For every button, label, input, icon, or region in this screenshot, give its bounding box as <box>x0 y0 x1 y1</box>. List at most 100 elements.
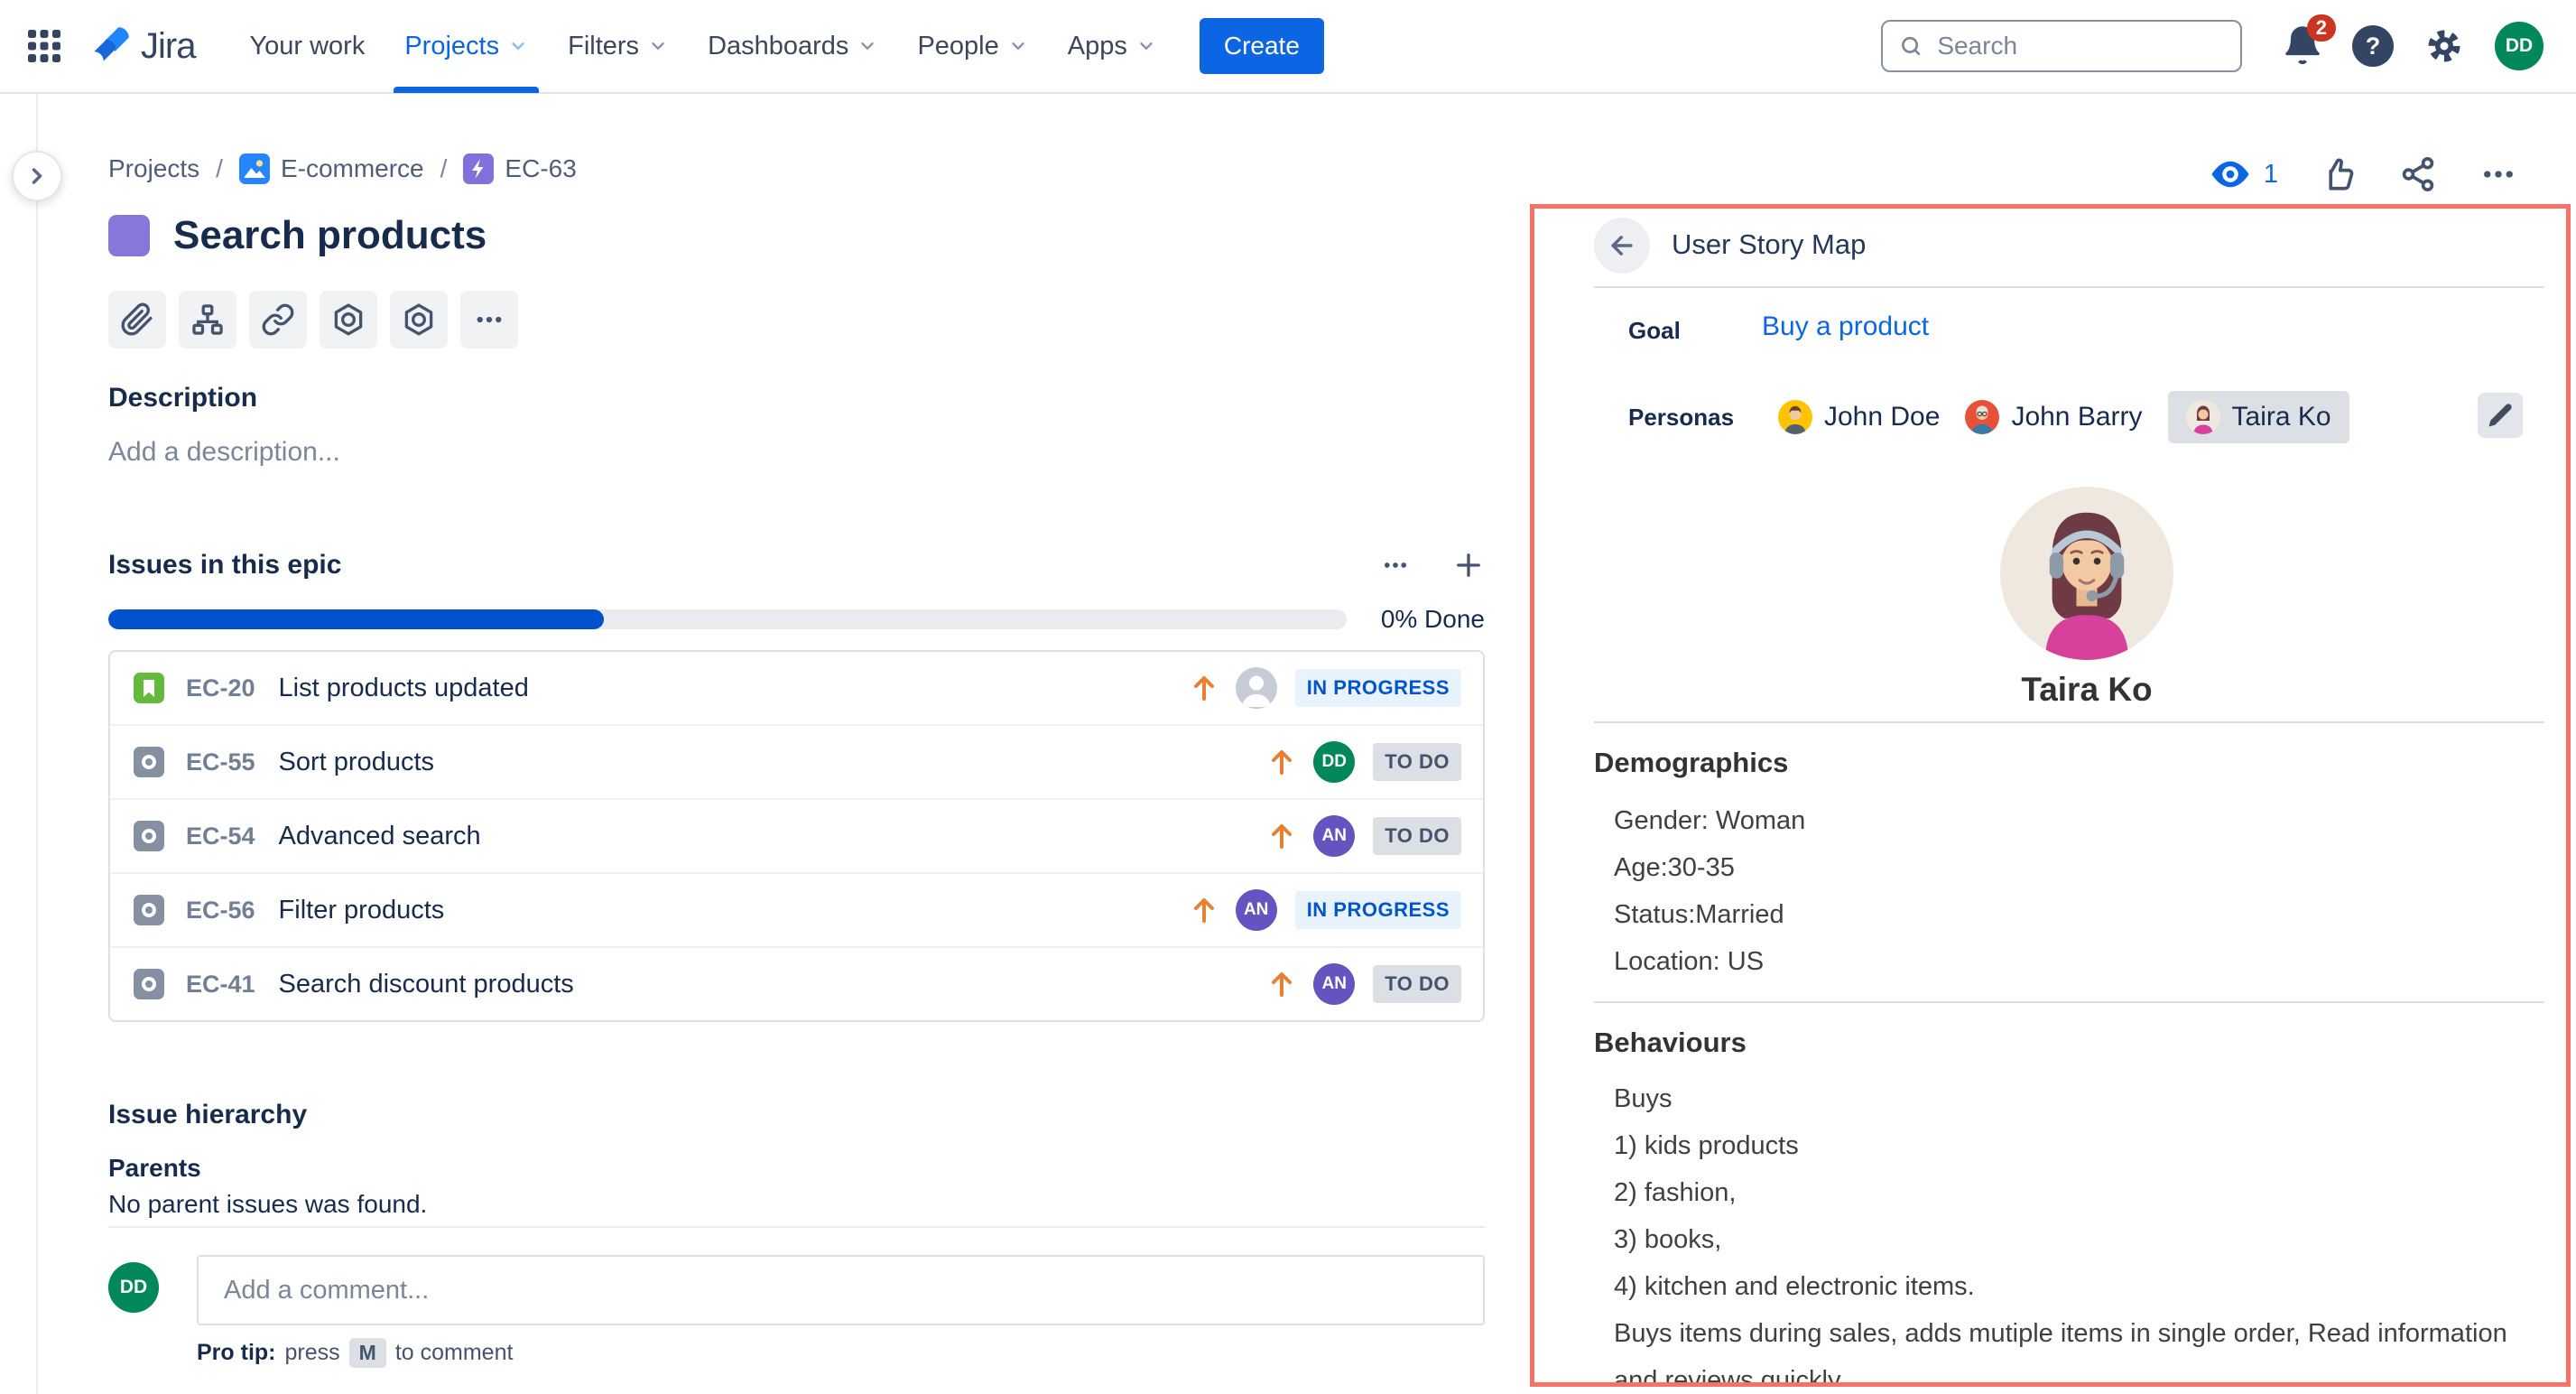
like-button[interactable] <box>2320 155 2358 193</box>
attach-button[interactable] <box>108 291 166 348</box>
nav-projects[interactable]: Projects <box>385 0 548 93</box>
app-switcher-icon[interactable] <box>23 25 65 67</box>
global-search[interactable] <box>1881 20 2242 72</box>
persona-john-doe[interactable]: John Doe <box>1778 400 1940 434</box>
demographic-item: Gender: Woman <box>1614 797 1805 844</box>
priority-high-icon <box>1268 969 1295 999</box>
jira-logo[interactable]: Jira <box>88 23 195 69</box>
gear-icon <box>2423 24 2466 68</box>
nav-your-work[interactable]: Your work <box>229 0 385 93</box>
panel-back-button[interactable] <box>1594 218 1650 274</box>
persona-name: John Barry <box>2011 402 2142 432</box>
epic-issues-more-button[interactable] <box>1380 550 1411 581</box>
nav-filters[interactable]: Filters <box>548 0 688 93</box>
issue-summary[interactable]: Advanced search <box>279 822 481 851</box>
status-badge[interactable]: TO DO <box>1373 743 1461 781</box>
persona-taira-ko[interactable]: Taira Ko <box>2168 391 2349 443</box>
breadcrumb-projects[interactable]: Projects <box>108 154 199 183</box>
behaviour-item: Buys items during sales, adds mutiple it… <box>1614 1310 2525 1387</box>
notifications-button[interactable]: 2 <box>2282 23 2323 69</box>
issue-summary[interactable]: Sort products <box>279 748 434 777</box>
issue-summary[interactable]: List products updated <box>279 674 529 703</box>
add-field-button[interactable] <box>390 291 448 348</box>
issue-key[interactable]: EC-56 <box>186 897 255 925</box>
share-icon <box>2399 155 2437 193</box>
goal-link[interactable]: Buy a product <box>1762 311 1929 342</box>
epic-progress-label: 0% Done <box>1381 605 1485 634</box>
issue-key[interactable]: EC-54 <box>186 822 255 850</box>
issue-title[interactable]: Search products <box>173 213 486 258</box>
assignee-avatar-unassigned[interactable] <box>1236 667 1277 709</box>
chevron-down-icon <box>508 36 528 56</box>
issue-row[interactable]: EC-55 Sort products DD TO DO <box>110 726 1483 800</box>
more-actions-button[interactable] <box>2479 155 2518 193</box>
jira-issue-page: Jira Your work Projects Filters Dashboar… <box>0 0 2576 1394</box>
persona-john-barry[interactable]: John Barry <box>1965 400 2142 434</box>
comment-input-box[interactable] <box>197 1255 1485 1325</box>
create-button[interactable]: Create <box>1200 18 1324 74</box>
personas-label: Personas <box>1628 404 1734 432</box>
assignee-avatar[interactable]: AN <box>1236 889 1277 931</box>
task-type-icon <box>134 747 164 777</box>
breadcrumb-issue-key[interactable]: EC-63 <box>463 153 576 184</box>
comment-input[interactable] <box>222 1275 1459 1306</box>
edit-personas-button[interactable] <box>2478 393 2523 438</box>
toolbar-more-button[interactable] <box>460 291 518 348</box>
description-placeholder[interactable]: Add a description... <box>108 437 340 468</box>
issue-hierarchy-heading: Issue hierarchy <box>108 1100 307 1130</box>
priority-high-icon <box>1268 747 1295 777</box>
task-type-icon <box>134 895 164 925</box>
user-avatar[interactable]: DD <box>2495 22 2544 70</box>
add-child-issue-button[interactable] <box>179 291 236 348</box>
issue-header-actions: 1 <box>2210 155 2518 193</box>
epic-issues-header: Issues in this epic <box>108 549 1485 581</box>
assignee-avatar[interactable]: AN <box>1313 815 1355 857</box>
priority-high-icon <box>1191 895 1218 925</box>
issue-key[interactable]: EC-41 <box>186 971 255 999</box>
watch-button[interactable]: 1 <box>2210 157 2278 191</box>
breadcrumb-project[interactable]: E-commerce <box>239 153 424 184</box>
add-app-button[interactable] <box>320 291 377 348</box>
help-button[interactable]: ? <box>2352 25 2394 67</box>
nav-people[interactable]: People <box>897 0 1047 93</box>
persona-name: John Doe <box>1824 402 1940 432</box>
issue-row[interactable]: EC-41 Search discount products AN TO DO <box>110 948 1483 1020</box>
topbar-icon-group: 2 ? DD <box>2282 22 2544 70</box>
behaviour-item: 3) books, <box>1614 1216 2525 1263</box>
assignee-avatar[interactable]: AN <box>1313 963 1355 1005</box>
story-type-icon <box>134 673 164 703</box>
status-badge[interactable]: IN PROGRESS <box>1295 669 1461 707</box>
issue-row[interactable]: EC-56 Filter products AN IN PROGRESS <box>110 874 1483 948</box>
status-badge[interactable]: TO DO <box>1373 817 1461 855</box>
search-input[interactable] <box>1935 31 2224 61</box>
task-type-icon <box>134 821 164 851</box>
add-issue-button[interactable] <box>1452 549 1485 581</box>
project-avatar-icon <box>239 153 270 184</box>
issue-summary[interactable]: Search discount products <box>279 970 574 999</box>
behaviours-heading: Behaviours <box>1594 1027 1747 1059</box>
behaviour-item: 1) kids products <box>1614 1122 2525 1169</box>
status-badge[interactable]: IN PROGRESS <box>1295 891 1461 929</box>
issue-toolbar <box>108 291 518 348</box>
status-badge[interactable]: TO DO <box>1373 965 1461 1003</box>
assignee-avatar[interactable]: DD <box>1313 741 1355 783</box>
issue-summary[interactable]: Filter products <box>279 896 445 925</box>
more-horizontal-icon <box>2479 155 2518 193</box>
arrow-left-icon <box>1607 230 1637 261</box>
parents-heading: Parents <box>108 1154 201 1183</box>
panel-title: User Story Map <box>1672 228 1866 261</box>
issue-key[interactable]: EC-20 <box>186 674 255 702</box>
nav-dashboards[interactable]: Dashboards <box>688 0 897 93</box>
link-issue-button[interactable] <box>249 291 307 348</box>
share-button[interactable] <box>2399 155 2437 193</box>
comment-row: DD <box>108 1255 1485 1325</box>
sidebar-expand-button[interactable] <box>12 151 62 201</box>
epic-color-swatch <box>108 215 150 256</box>
comment-protip: Pro tip: press M to comment <box>197 1338 513 1368</box>
nav-apps[interactable]: Apps <box>1048 0 1176 93</box>
priority-high-icon <box>1191 673 1218 703</box>
issue-row[interactable]: EC-20 List products updated IN PROGRESS <box>110 652 1483 726</box>
issue-key[interactable]: EC-55 <box>186 748 255 776</box>
settings-button[interactable] <box>2423 24 2466 68</box>
issue-row[interactable]: EC-54 Advanced search AN TO DO <box>110 800 1483 874</box>
